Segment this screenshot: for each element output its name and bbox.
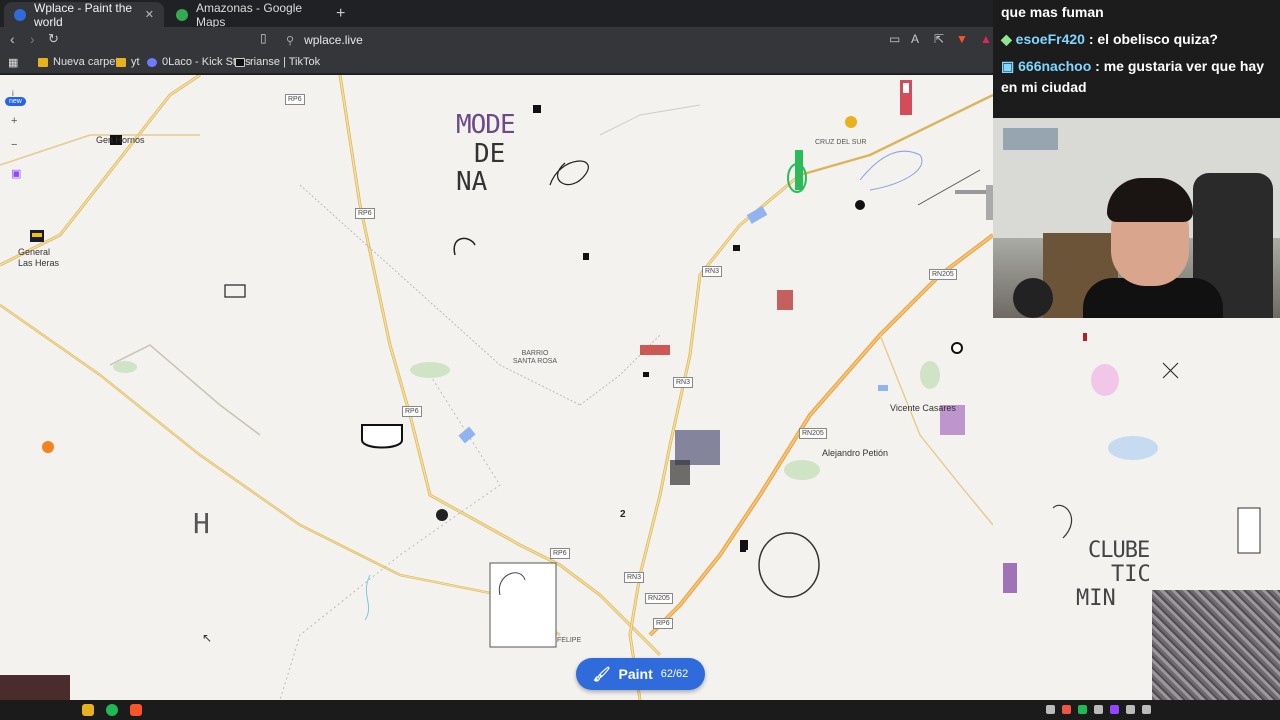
stream-chat-overlay: que mas fuman ◆ esoeFr420 : el obelisco …: [993, 0, 1280, 118]
art-text-mode: MODE: [456, 110, 516, 140]
tab-title: Wplace - Paint the world: [34, 0, 133, 29]
place-vicente-casares: Vicente Casares: [890, 403, 956, 413]
chat-badge-icon: ◆: [1001, 31, 1016, 47]
brush-icon: 🖌: [592, 665, 611, 682]
bookmark-nueva-carpeta[interactable]: Nueva carpeta: [38, 56, 125, 68]
webcam-overlay: [993, 118, 1280, 318]
art-text-clube: CLUBE: [1088, 538, 1150, 563]
wplace-favicon-icon: [14, 8, 26, 21]
art-text-na: NA: [456, 167, 488, 197]
tray-icon[interactable]: [1094, 705, 1103, 714]
tab-title: Amazonas - Google Maps: [196, 0, 303, 29]
chat-message: que mas fuman: [1001, 2, 1272, 23]
bookmark-label: rianse | TikTok: [250, 56, 321, 68]
paint-label: Paint: [618, 666, 653, 682]
road-label: RP6: [550, 548, 570, 559]
back-icon[interactable]: ‹: [10, 31, 15, 47]
zoom-out-icon[interactable]: −: [11, 139, 17, 151]
bookmark-tiktok[interactable]: rianse | TikTok: [235, 56, 320, 68]
cast-icon[interactable]: ▭: [889, 32, 900, 46]
place-general-las-heras: General Las Heras: [18, 247, 60, 268]
chat-username: esoeFr420: [1015, 31, 1085, 47]
chat-text: : el obelisco quiza?: [1088, 31, 1218, 47]
road-label: RP6: [285, 94, 305, 105]
chat-username: 666nachoo: [1018, 58, 1092, 74]
place-general-hornos: Gen Hornos: [96, 135, 145, 145]
road-label: RN3: [673, 377, 694, 388]
art-text-tic: TIC: [1111, 562, 1151, 587]
bookmark-label: yt: [131, 56, 140, 68]
spotify-icon[interactable]: [106, 704, 118, 716]
granite-overlay: [1152, 590, 1280, 700]
webcam-microphone: [1013, 278, 1053, 318]
road-label: RN205: [929, 269, 957, 280]
kick-stats-icon: [147, 57, 157, 67]
road-label: RN205: [645, 593, 673, 604]
mouse-cursor-icon: ↖: [202, 631, 213, 645]
place-alejandro-petion: Alejandro Petión: [822, 448, 889, 458]
share-icon[interactable]: ⇱: [934, 32, 944, 46]
chat-text: que mas fuman: [1001, 4, 1104, 20]
new-badge[interactable]: new: [5, 97, 26, 106]
map-canvas[interactable]: RP6 RP6 RP6 RP6 RP6 RN3 RN3 RN3 RN205 RN…: [0, 75, 993, 700]
tray-icon[interactable]: [1078, 705, 1087, 714]
chat-badge-icon: ▣: [1001, 58, 1019, 74]
maps-favicon-icon: [176, 8, 188, 21]
road-label: RP6: [653, 618, 673, 629]
twitch-icon[interactable]: ▣: [11, 167, 21, 180]
webcam-poster: [1003, 128, 1058, 150]
tray-icon[interactable]: [1110, 705, 1119, 714]
place-cruz-del-sur: CRUZ DEL SUR: [815, 139, 867, 146]
brave-shield-icon[interactable]: ▼: [956, 32, 968, 46]
tray-icon[interactable]: [1126, 705, 1135, 714]
new-tab-icon[interactable]: +: [336, 5, 345, 23]
art-text-h: H: [193, 507, 210, 540]
tab-google-maps[interactable]: Amazonas - Google Maps: [166, 0, 332, 29]
felipe-text: FELIPE: [557, 637, 582, 644]
zoom-in-icon[interactable]: +: [11, 115, 17, 127]
brave-rewards-icon[interactable]: ▲: [980, 32, 992, 46]
secondary-cam-overlay: [0, 675, 70, 700]
paint-charges: 62/62: [660, 668, 689, 680]
road-label: RN205: [799, 428, 827, 439]
tray-icon[interactable]: [1046, 705, 1055, 714]
forward-icon[interactable]: ›: [30, 31, 35, 47]
tray-icon[interactable]: [1062, 705, 1071, 714]
road-label: RN3: [702, 266, 723, 277]
site-info-icon[interactable]: ⚲: [286, 34, 294, 47]
folder-icon: [116, 57, 126, 67]
tiktok-icon: [235, 57, 245, 67]
bookmark-label: Nueva carpeta: [53, 56, 125, 68]
place-barrio-santa-rosa: BARRIO SANTA ROSA: [512, 350, 558, 365]
address-bar[interactable]: ⚲ wplace.live: [276, 29, 986, 51]
file-explorer-icon[interactable]: [82, 704, 94, 716]
tab-wplace[interactable]: Wplace - Paint the world ✕: [4, 0, 164, 29]
folder-icon: [38, 57, 48, 67]
road-label: RN3: [624, 572, 645, 583]
art-text-de: DE: [474, 139, 506, 169]
art-text-min: MIN: [1076, 586, 1116, 611]
close-tab-icon[interactable]: ✕: [145, 8, 154, 21]
chat-message: ◆ esoeFr420 : el obelisco quiza?: [1001, 29, 1272, 50]
paint-button[interactable]: 🖌 Paint 62/62: [576, 658, 705, 690]
road-label: RP6: [355, 208, 375, 219]
art-text-2: 2: [620, 509, 626, 520]
reload-icon[interactable]: ↻: [48, 31, 59, 47]
tray-icon[interactable]: [1142, 705, 1151, 714]
screen: Wplace - Paint the world ✕ Amazonas - Go…: [0, 0, 1280, 720]
chat-message: ▣ 666nachoo : me gustaria ver que hay en…: [1001, 56, 1272, 98]
apps-grid-icon[interactable]: ▦: [8, 56, 18, 69]
road-label: RP6: [402, 406, 422, 417]
brave-icon[interactable]: [130, 704, 142, 716]
taskbar: [0, 700, 1280, 720]
bookmark-icon[interactable]: ▯: [260, 31, 267, 45]
url-text: wplace.live: [304, 33, 363, 47]
translate-icon[interactable]: A: [911, 32, 919, 46]
bookmark-yt[interactable]: yt: [116, 56, 140, 68]
